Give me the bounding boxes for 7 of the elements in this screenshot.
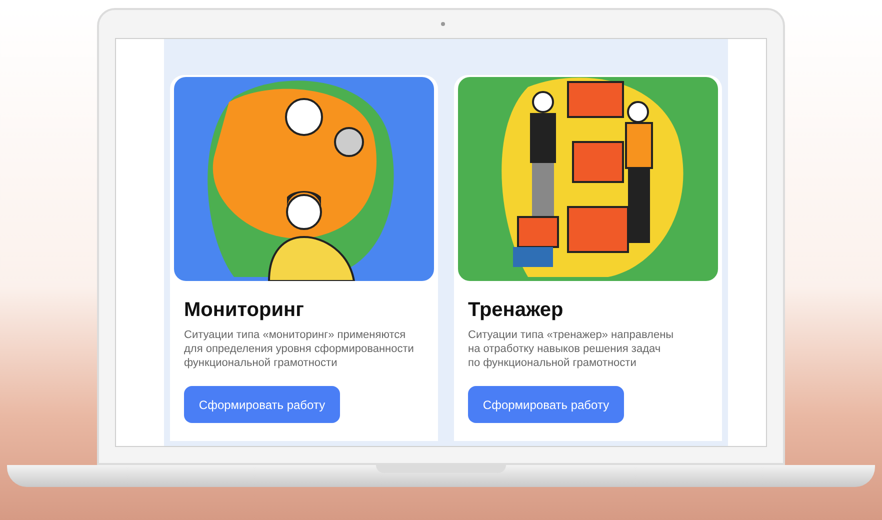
create-work-button[interactable]: Сформировать работу	[468, 386, 624, 423]
card-title: Мониторинг	[184, 299, 305, 322]
card-description: Ситуации типа «мониторинг» применяются для определения уровня сформированности функциональной грамотности	[184, 328, 415, 370]
camera-icon	[441, 22, 445, 26]
card-description: Ситуации типа «тренажер» направлены на отработку навыков решения задач по функциональной грамотности	[468, 328, 675, 370]
card-title: Тренажер	[468, 299, 564, 322]
create-work-button[interactable]: Сформировать работу	[184, 386, 340, 423]
